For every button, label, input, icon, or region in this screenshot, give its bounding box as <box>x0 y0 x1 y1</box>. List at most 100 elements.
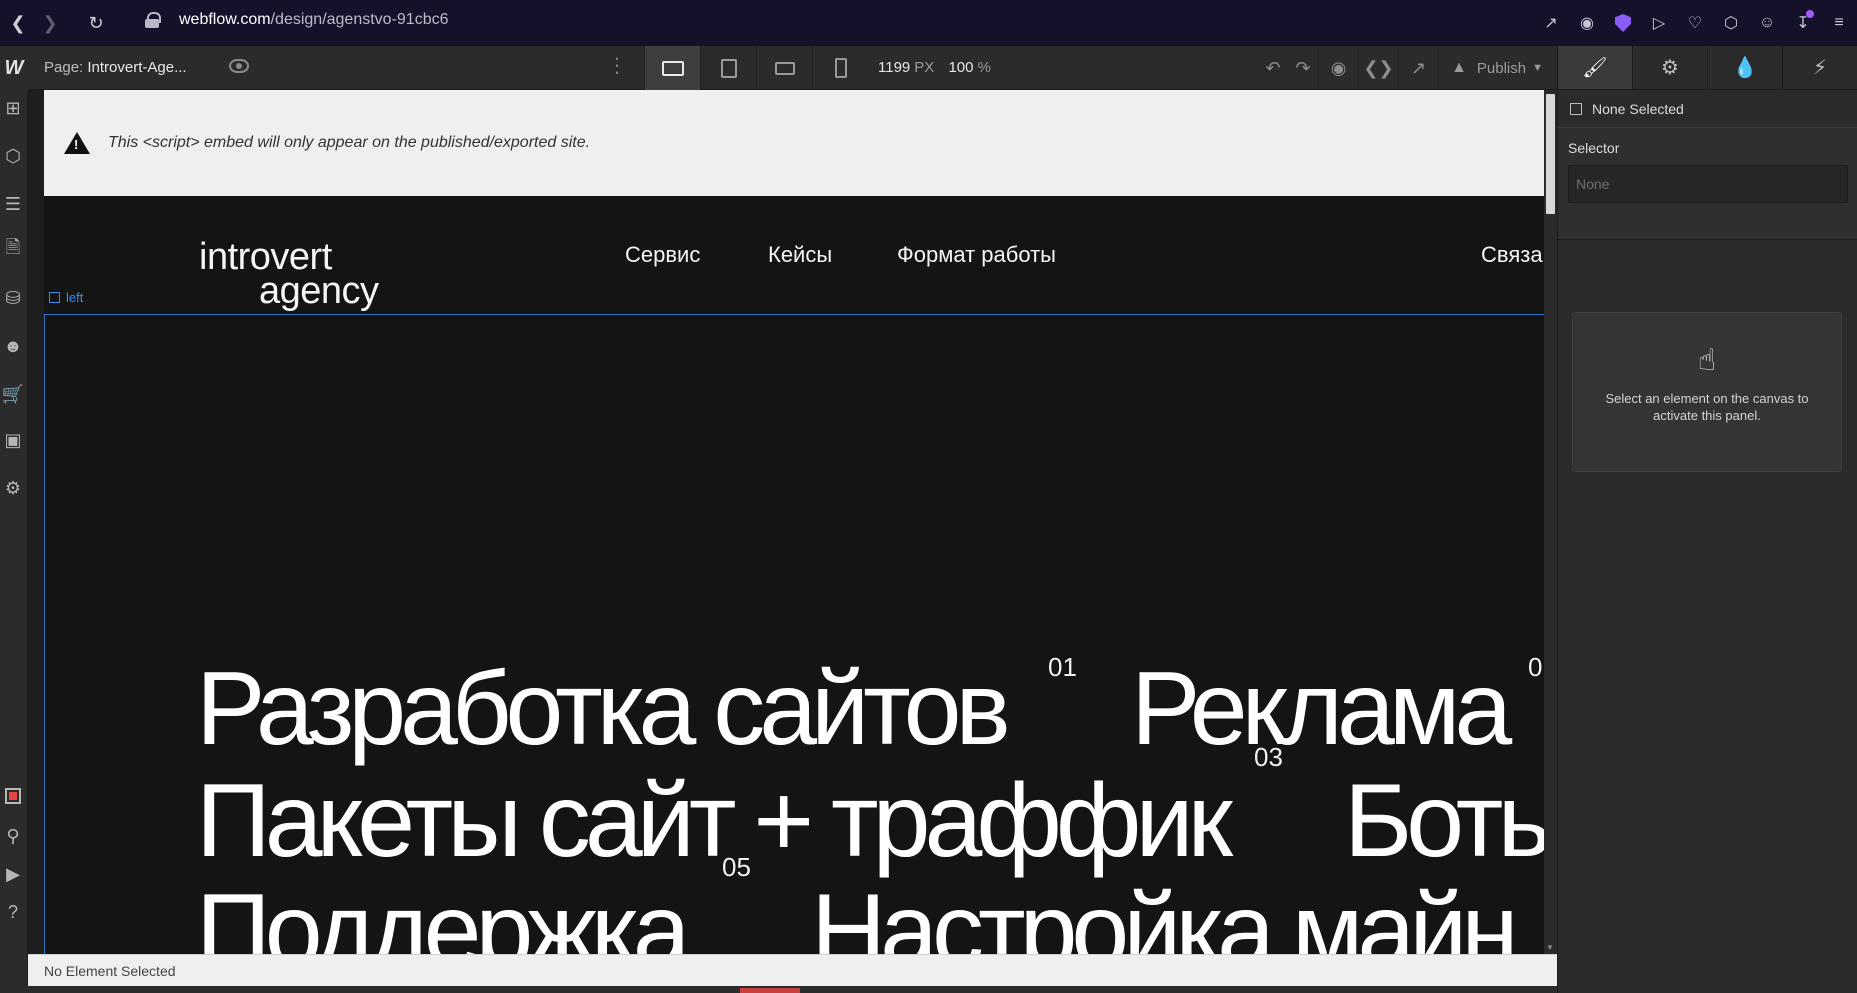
selection-state: None Selected <box>1558 90 1857 128</box>
components-cube-icon[interactable]: ⬡ <box>0 143 26 169</box>
chevron-left-icon: ❮ <box>10 12 26 33</box>
tab-settings[interactable]: ⚙ <box>1633 46 1708 89</box>
breakpoint-tablet[interactable] <box>700 46 756 90</box>
browser-bar: ❮ ❯ ↻ webflow.com/design/agenstvo-91cbc6… <box>0 0 1857 46</box>
cms-database-icon[interactable]: ⛁ <box>0 285 26 311</box>
selector-section: Selector None <box>1558 128 1857 240</box>
comments-icon[interactable]: ◉ <box>1318 46 1358 90</box>
service-item[interactable]: Боть <box>1344 769 1544 873</box>
back-button[interactable]: ❮ <box>0 5 36 41</box>
webflow-logo-icon[interactable]: W <box>0 46 28 90</box>
reload-button[interactable]: ↻ <box>78 5 114 41</box>
site-logo-line2[interactable]: agency <box>259 270 379 313</box>
zoom-value: 100 <box>948 59 974 76</box>
none-selected-label: None Selected <box>1592 100 1684 117</box>
activity-indicator <box>740 988 800 993</box>
settings-gear-icon[interactable]: ⚙ <box>0 475 26 501</box>
selection-outline-top <box>44 314 1544 315</box>
forward-button[interactable]: ❯ <box>32 5 68 41</box>
selected-element-name: left <box>66 290 84 305</box>
cube-icon[interactable]: ⬡ <box>1713 5 1749 41</box>
heart-icon[interactable]: ♡ <box>1677 5 1713 41</box>
reload-icon: ↻ <box>88 12 104 33</box>
page-selector[interactable]: Page: Introvert-Age... <box>44 59 187 76</box>
tab-style[interactable]: 🖌 <box>1558 46 1633 89</box>
nav-link-contact[interactable]: Связа <box>1481 242 1543 268</box>
shield-icon[interactable] <box>1605 5 1641 41</box>
pointer-hand-icon: ☝ <box>1697 344 1717 377</box>
camera-icon[interactable]: ◉ <box>1569 5 1605 41</box>
canvas-scrollbar[interactable]: ▼ <box>1544 90 1557 954</box>
chevron-down-icon: ▼ <box>1532 62 1543 74</box>
chevron-right-icon: ❯ <box>42 12 58 33</box>
notification-dot <box>1806 10 1814 18</box>
scrollbar-thumb[interactable] <box>1546 94 1555 214</box>
undo-icon[interactable]: ↶ <box>1258 46 1288 90</box>
page-prefix: Page: <box>44 59 84 76</box>
rocket-icon: ▲ <box>1451 59 1467 76</box>
warning-icon <box>64 132 90 154</box>
service-item[interactable]: Реклама <box>1131 657 1512 761</box>
preview-eye-icon[interactable] <box>229 59 249 73</box>
address-bar[interactable]: webflow.com/design/agenstvo-91cbc6 <box>145 11 449 29</box>
send-icon[interactable]: ▷ <box>1641 5 1677 41</box>
service-item[interactable]: Поддержка <box>196 879 691 954</box>
bottom-strip <box>0 986 1557 993</box>
desktop-star-icon <box>661 60 684 76</box>
scroll-down-arrow-icon[interactable]: ▼ <box>1546 943 1555 952</box>
design-canvas[interactable]: This <script> embed will only appear on … <box>44 90 1544 954</box>
canvas-width-unit: PX <box>914 59 935 76</box>
nav-link-cases[interactable]: Кейсы <box>768 242 832 268</box>
pages-icon[interactable]: 🗎 <box>0 237 26 263</box>
search-icon[interactable]: ⚲ <box>0 823 26 849</box>
breakpoint-selector <box>644 46 868 90</box>
drops-icon: 💧 <box>1732 57 1758 79</box>
gear-icon: ⚙ <box>1661 57 1679 79</box>
canvas-dimensions[interactable]: 1199 PX 100% <box>878 59 1001 76</box>
brush-icon: 🖌 <box>1582 57 1608 79</box>
service-item[interactable]: Разработка сайтов <box>196 657 1011 761</box>
add-element-icon[interactable]: ⊞ <box>0 95 26 121</box>
breakpoint-desktop-base[interactable] <box>644 46 700 90</box>
url-domain: webflow.com <box>179 11 271 28</box>
tab-style-manager[interactable]: 💧 <box>1708 46 1783 89</box>
more-options-icon[interactable]: ⋮ <box>607 56 627 76</box>
tablet-icon <box>720 58 737 78</box>
empty-state-message: Select an element on the canvas to activ… <box>1605 391 1809 423</box>
selected-element-tag: left <box>49 290 83 305</box>
audit-record-icon[interactable] <box>0 783 26 809</box>
users-icon[interactable]: ☻ <box>0 333 26 359</box>
url-path: /design/agenstvo-91cbc6 <box>270 11 449 28</box>
service-number: 0 <box>1528 652 1543 682</box>
help-icon[interactable]: ? <box>0 899 26 925</box>
redo-icon[interactable]: ↷ <box>1288 46 1318 90</box>
lightning-icon: ⚡ <box>1812 57 1828 79</box>
mobile-portrait-icon <box>834 58 847 78</box>
empty-state-card: ☝ Select an element on the canvas to act… <box>1572 312 1842 472</box>
share-icon[interactable]: ↗ <box>1533 5 1569 41</box>
panel-tabs: 🖌 ⚙ 💧 ⚡ <box>1558 46 1857 90</box>
selector-input[interactable]: None <box>1568 165 1848 203</box>
profile-icon[interactable]: ☺ <box>1749 5 1785 41</box>
site-preview[interactable]: introvert agency Сервис Кейсы Формат раб… <box>44 196 1544 954</box>
settings-sliders-icon[interactable]: ≡ <box>1821 5 1857 41</box>
toolbar-actions: ↶ ↷ ◉ ❮❯ ↗ ▲ Publish ▼ <box>1258 46 1557 90</box>
style-panel: 🖌 ⚙ 💧 ⚡ None Selected Selector None ☝ Se… <box>1557 46 1857 993</box>
service-number: 03 <box>1254 742 1283 772</box>
service-item[interactable]: Настройка майн <box>811 879 1519 954</box>
publish-button[interactable]: ▲ Publish ▼ <box>1438 46 1557 90</box>
nav-link-format[interactable]: Формат работы <box>897 242 1056 268</box>
service-item[interactable]: Пакеты сайт + траффик <box>196 769 1233 873</box>
page-name: Introvert-Age... <box>87 59 187 76</box>
breakpoint-mobile-portrait[interactable] <box>812 46 868 90</box>
export-icon[interactable]: ↗ <box>1398 46 1438 90</box>
video-tutorials-icon[interactable]: ▶ <box>0 861 26 887</box>
ecommerce-cart-icon[interactable]: 🛒 <box>0 381 26 407</box>
code-icon[interactable]: ❮❯ <box>1358 46 1398 90</box>
assets-image-icon[interactable]: ▣ <box>0 427 26 453</box>
breakpoint-mobile-landscape[interactable] <box>756 46 812 90</box>
navigator-icon[interactable]: ☰ <box>0 191 26 217</box>
tab-interactions[interactable]: ⚡ <box>1783 46 1857 89</box>
download-icon[interactable]: ↧ <box>1785 5 1821 41</box>
nav-link-service[interactable]: Сервис <box>625 242 700 268</box>
